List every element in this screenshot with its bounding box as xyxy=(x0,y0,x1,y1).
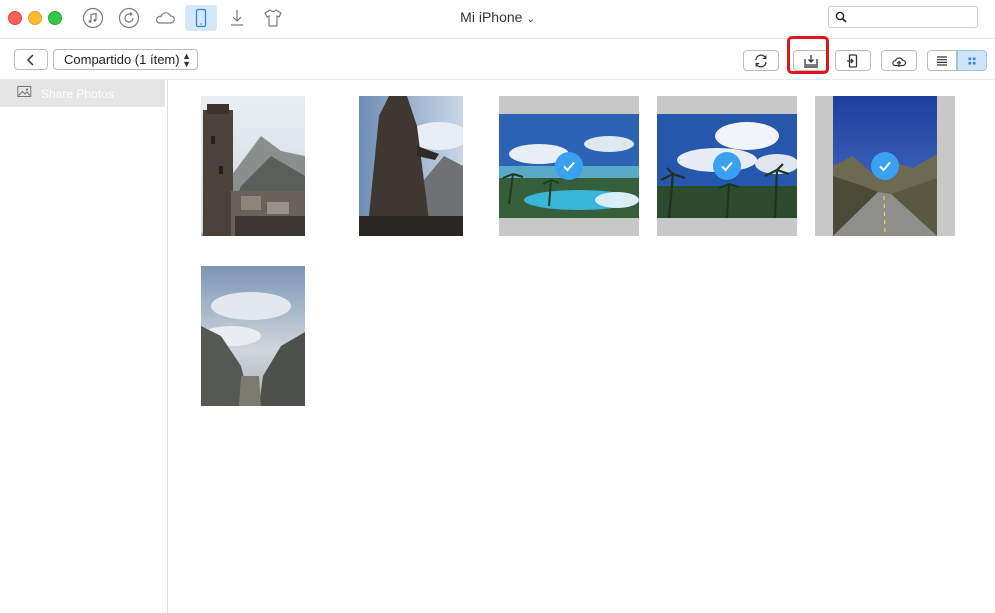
cloud-upload-icon xyxy=(892,56,907,67)
refresh-button[interactable] xyxy=(743,50,779,71)
search-icon xyxy=(835,11,847,23)
search-input[interactable] xyxy=(828,6,978,28)
photo-thumbnail[interactable] xyxy=(201,96,305,236)
list-view-icon xyxy=(937,55,947,66)
photo-icon xyxy=(17,86,32,97)
chevron-down-icon: ⌄ xyxy=(526,14,535,25)
grid-view-button[interactable] xyxy=(957,50,987,71)
to-device-icon xyxy=(847,53,858,68)
sidebar-item-share-photos[interactable]: Share Photos xyxy=(0,80,165,107)
list-view-button[interactable] xyxy=(927,50,957,71)
sidebar: Share Photos xyxy=(0,80,168,613)
photo-thumbnail[interactable] xyxy=(657,96,797,236)
selected-check-icon[interactable] xyxy=(871,152,899,180)
device-name: Mi iPhone xyxy=(460,9,523,25)
selected-check-icon[interactable] xyxy=(555,152,583,180)
photo-thumbnail[interactable] xyxy=(815,96,955,236)
photo-thumbnail[interactable] xyxy=(499,96,639,236)
back-button[interactable] xyxy=(14,49,48,70)
toolbar: Compartido (1 ítem) ▲ ▼ xyxy=(0,39,995,80)
send-to-device-button[interactable] xyxy=(835,50,871,71)
refresh-icon xyxy=(755,54,767,67)
photo-image xyxy=(201,96,305,236)
cloud-upload-button[interactable] xyxy=(881,50,917,71)
photo-image xyxy=(359,96,463,236)
title-bar: Mi iPhone ⌄ xyxy=(0,0,995,39)
photo-thumbnail[interactable] xyxy=(359,96,463,236)
chevron-left-icon xyxy=(26,53,34,66)
highlight-annotation xyxy=(787,36,829,74)
grid-view-icon xyxy=(968,57,976,64)
sidebar-item-label: Share Photos xyxy=(41,87,114,101)
selected-check-icon[interactable] xyxy=(713,152,741,180)
photo-thumbnail[interactable] xyxy=(201,266,305,406)
category-select[interactable]: Compartido (1 ítem) ▲ ▼ xyxy=(53,49,198,70)
photo-image xyxy=(201,266,305,406)
updown-icon: ▲ ▼ xyxy=(182,51,191,69)
category-select-label: Compartido (1 ítem) xyxy=(64,52,180,67)
